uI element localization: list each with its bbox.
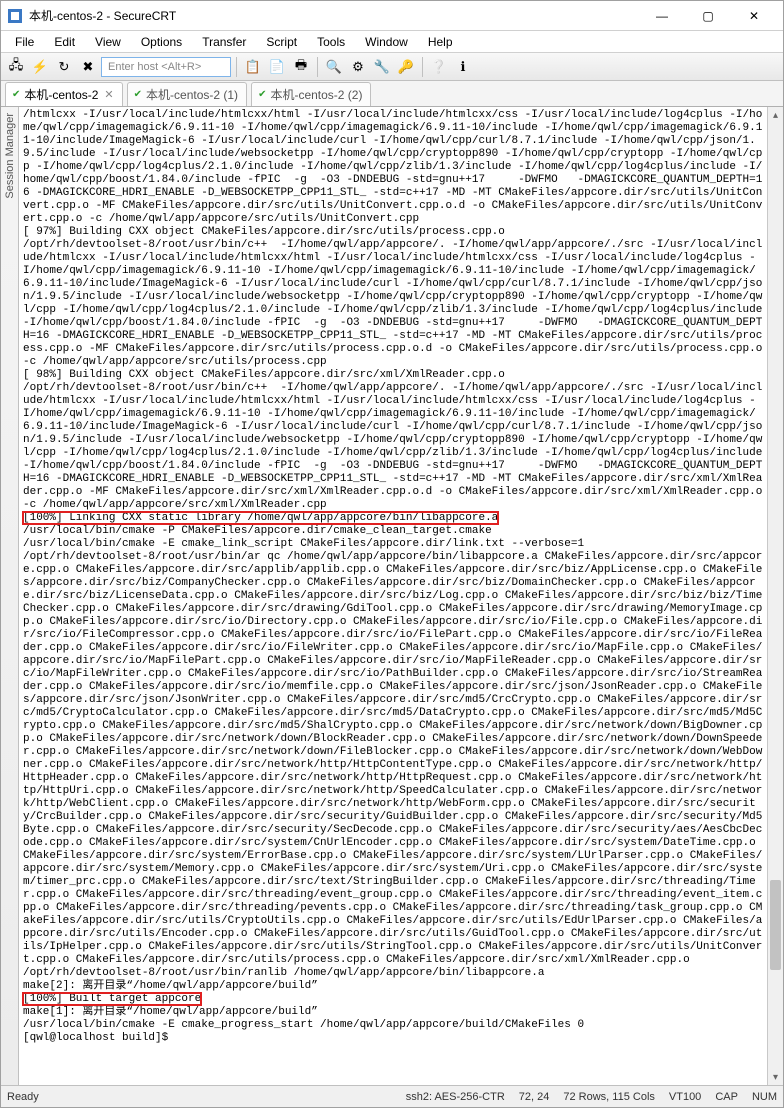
status-size: 72 Rows, 115 Cols <box>563 1091 655 1103</box>
tab-label: 本机-centos-2 (1) <box>146 86 238 103</box>
terminal-output[interactable]: /htmlcxx -I/usr/local/include/htmlcxx/ht… <box>19 107 767 1085</box>
toolbar-separator <box>317 57 318 77</box>
menu-window[interactable]: Window <box>355 33 418 51</box>
host-input[interactable]: Enter host <Alt+R> <box>101 57 231 77</box>
paste-icon[interactable]: 📄 <box>266 56 288 78</box>
status-numlock: NUM <box>752 1091 777 1103</box>
print-icon[interactable]: 🖶 <box>290 56 312 78</box>
connect-icon[interactable]: 🖧 <box>5 56 27 78</box>
status-capslock: CAP <box>715 1091 738 1103</box>
tab-session-2[interactable]: ✔ 本机-centos-2 (2) <box>251 82 371 106</box>
minimize-button[interactable]: — <box>639 1 685 31</box>
menu-tools[interactable]: Tools <box>307 33 355 51</box>
properties-icon[interactable]: ⚙ <box>347 56 369 78</box>
copy-icon[interactable]: 📋 <box>242 56 264 78</box>
status-dot-icon: ✔ <box>12 89 20 100</box>
status-dot-icon: ✔ <box>134 89 142 100</box>
tab-session-1[interactable]: ✔ 本机-centos-2 (1) <box>127 82 247 106</box>
scroll-down-icon[interactable]: ▾ <box>768 1069 783 1085</box>
close-button[interactable]: ✕ <box>731 1 777 31</box>
status-ready: Ready <box>7 1091 39 1103</box>
menu-script[interactable]: Script <box>256 33 307 51</box>
options-icon[interactable]: 🔧 <box>371 56 393 78</box>
sidebar-label: Session Manager <box>4 113 16 199</box>
session-manager-sidebar[interactable]: Session Manager <box>1 107 19 1085</box>
key-icon[interactable]: 🔑 <box>395 56 417 78</box>
about-icon[interactable]: ℹ <box>452 56 474 78</box>
toolbar-separator <box>422 57 423 77</box>
terminal-highlight-built: [100%] Built target appcore <box>23 993 201 1005</box>
tab-session-0[interactable]: ✔ 本机-centos-2 ✕ <box>5 82 123 106</box>
window-title: 本机-centos-2 - SecureCRT <box>29 7 639 24</box>
terminal-scrollbar[interactable]: ▴ ▾ <box>767 107 783 1085</box>
main-area: Session Manager /htmlcxx -I/usr/local/in… <box>1 107 783 1085</box>
app-icon <box>7 8 23 24</box>
status-protocol: ssh2: AES-256-CTR <box>406 1091 505 1103</box>
quick-connect-icon[interactable]: ⚡ <box>29 56 51 78</box>
toolbar: 🖧 ⚡ ↻ ✖ Enter host <Alt+R> 📋 📄 🖶 🔍 ⚙ 🔧 🔑… <box>1 53 783 81</box>
tab-label: 本机-centos-2 <box>24 86 98 103</box>
terminal-highlight-linking: [100%] Linking CXX static library /home/… <box>23 512 498 524</box>
titlebar: 本机-centos-2 - SecureCRT — ▢ ✕ <box>1 1 783 31</box>
tab-bar: ✔ 本机-centos-2 ✕ ✔ 本机-centos-2 (1) ✔ 本机-c… <box>1 81 783 107</box>
scroll-thumb[interactable] <box>770 880 781 970</box>
status-bar: Ready ssh2: AES-256-CTR 72, 24 72 Rows, … <box>1 1085 783 1107</box>
terminal-text-mid: /usr/local/bin/cmake -P CMakeFiles/appco… <box>23 525 762 992</box>
menu-transfer[interactable]: Transfer <box>192 33 256 51</box>
status-emulation: VT100 <box>669 1091 701 1103</box>
menu-view[interactable]: View <box>85 33 131 51</box>
menu-file[interactable]: File <box>5 33 44 51</box>
maximize-button[interactable]: ▢ <box>685 1 731 31</box>
help-icon[interactable]: ❔ <box>428 56 450 78</box>
menu-edit[interactable]: Edit <box>44 33 85 51</box>
find-icon[interactable]: 🔍 <box>323 56 345 78</box>
scroll-track[interactable] <box>768 123 783 1069</box>
tab-label: 本机-centos-2 (2) <box>270 86 362 103</box>
menu-help[interactable]: Help <box>418 33 463 51</box>
status-dot-icon: ✔ <box>258 89 266 100</box>
toolbar-separator <box>236 57 237 77</box>
close-tab-icon[interactable]: ✕ <box>104 88 113 101</box>
menubar: File Edit View Options Transfer Script T… <box>1 31 783 53</box>
terminal-text-pre: /htmlcxx -I/usr/local/include/htmlcxx/ht… <box>23 109 767 511</box>
status-cursor: 72, 24 <box>519 1091 550 1103</box>
disconnect-icon[interactable]: ✖ <box>77 56 99 78</box>
menu-options[interactable]: Options <box>131 33 192 51</box>
terminal-text-post: make[1]: 离开目录“/home/qwl/app/appcore/buil… <box>23 1006 584 1044</box>
scroll-up-icon[interactable]: ▴ <box>768 107 783 123</box>
reconnect-icon[interactable]: ↻ <box>53 56 75 78</box>
